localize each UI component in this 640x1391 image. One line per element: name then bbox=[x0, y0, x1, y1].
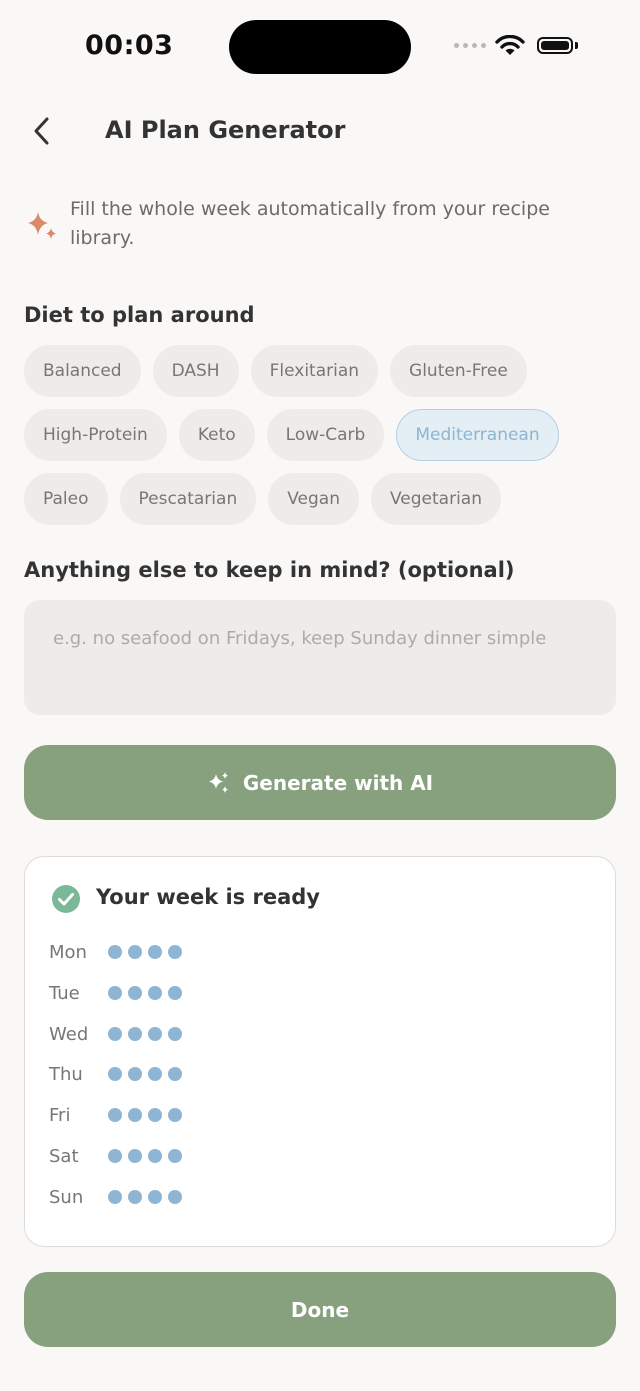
meal-dot bbox=[168, 945, 182, 959]
day-row: Fri bbox=[49, 1100, 182, 1130]
diet-chip-row: Paleo Pescatarian Vegan Vegetarian bbox=[24, 473, 501, 525]
meal-dot bbox=[128, 1190, 142, 1204]
diet-chip-pescatarian[interactable]: Pescatarian bbox=[119, 473, 257, 525]
diet-chip-low-carb[interactable]: Low-Carb bbox=[266, 409, 385, 461]
meal-dot bbox=[148, 986, 162, 1000]
meal-dots bbox=[108, 1149, 182, 1163]
intro-text: Fill the whole week automatically from y… bbox=[70, 198, 550, 249]
meal-dots bbox=[108, 1027, 182, 1041]
meal-dots bbox=[108, 945, 182, 959]
day-label: Thu bbox=[49, 1063, 83, 1085]
meal-dot bbox=[168, 1149, 182, 1163]
chevron-left-icon[interactable] bbox=[28, 115, 58, 147]
meal-dot bbox=[128, 945, 142, 959]
day-row: Sun bbox=[49, 1182, 182, 1212]
diet-chip-mediterranean[interactable]: Mediterranean bbox=[396, 409, 559, 461]
meal-dot bbox=[108, 1067, 122, 1081]
meal-dot bbox=[168, 1190, 182, 1204]
meal-dot bbox=[148, 1027, 162, 1041]
meal-dot bbox=[108, 1190, 122, 1204]
status-time: 00:03 bbox=[85, 30, 174, 61]
meal-dot bbox=[128, 1108, 142, 1122]
meal-dot bbox=[168, 1108, 182, 1122]
meal-dot bbox=[168, 986, 182, 1000]
meal-dot bbox=[128, 986, 142, 1000]
meal-dot bbox=[128, 1067, 142, 1081]
diet-chip-dash[interactable]: DASH bbox=[152, 345, 239, 397]
diet-chip-row: High-Protein Keto Low-Carb Mediterranean bbox=[24, 409, 559, 461]
done-button[interactable]: Done bbox=[24, 1272, 616, 1347]
meal-dot bbox=[148, 1190, 162, 1204]
day-label: Sat bbox=[49, 1145, 79, 1167]
week-ready-card: Your week is ready Mon Tue Wed Thu Fri S… bbox=[24, 856, 616, 1247]
dynamic-island bbox=[229, 20, 411, 74]
meal-dot bbox=[148, 945, 162, 959]
meal-dot bbox=[148, 1149, 162, 1163]
meal-dots bbox=[108, 1067, 182, 1081]
meal-dot bbox=[108, 1027, 122, 1041]
status-bar: 00:03 bbox=[0, 0, 640, 95]
meal-dots bbox=[108, 1108, 182, 1122]
diet-chip-paleo[interactable]: Paleo bbox=[24, 473, 108, 525]
day-row: Sat bbox=[49, 1141, 182, 1171]
battery-tip bbox=[575, 42, 578, 49]
notes-label: Anything else to keep in mind? (optional… bbox=[24, 558, 515, 582]
meal-dot bbox=[148, 1067, 162, 1081]
diet-chip-flexitarian[interactable]: Flexitarian bbox=[250, 345, 379, 397]
day-row: Wed bbox=[49, 1019, 182, 1049]
day-row: Thu bbox=[49, 1059, 182, 1089]
meal-dots bbox=[108, 986, 182, 1000]
day-label: Mon bbox=[49, 941, 87, 963]
generate-with-ai-button[interactable]: Generate with AI bbox=[24, 745, 616, 820]
meal-dot bbox=[128, 1027, 142, 1041]
day-label: Wed bbox=[49, 1023, 89, 1045]
wifi-icon bbox=[495, 35, 525, 55]
sparkles-icon bbox=[208, 771, 228, 793]
diet-chip-vegan[interactable]: Vegan bbox=[268, 473, 359, 525]
result-title: Your week is ready bbox=[96, 885, 320, 909]
battery-icon bbox=[537, 37, 573, 54]
check-circle-icon bbox=[52, 885, 80, 913]
meal-dot bbox=[168, 1067, 182, 1081]
day-row: Mon bbox=[49, 937, 182, 967]
diet-chip-gluten-free[interactable]: Gluten-Free bbox=[390, 345, 527, 397]
diet-chip-high-protein[interactable]: High-Protein bbox=[24, 409, 167, 461]
meal-dot bbox=[108, 1149, 122, 1163]
diet-chip-row: Balanced DASH Flexitarian Gluten-Free bbox=[24, 345, 527, 397]
page-title: AI Plan Generator bbox=[105, 116, 346, 144]
diet-chip-balanced[interactable]: Balanced bbox=[24, 345, 141, 397]
notes-input[interactable]: e.g. no seafood on Fridays, keep Sunday … bbox=[24, 600, 616, 715]
meal-dot bbox=[168, 1027, 182, 1041]
meal-dot bbox=[108, 986, 122, 1000]
meal-dot bbox=[148, 1108, 162, 1122]
generate-button-label: Generate with AI bbox=[242, 770, 434, 795]
meal-dot bbox=[128, 1149, 142, 1163]
day-label: Fri bbox=[49, 1104, 71, 1126]
cellular-signal-icon bbox=[454, 43, 486, 48]
meal-dot bbox=[108, 945, 122, 959]
diet-chip-vegetarian[interactable]: Vegetarian bbox=[370, 473, 501, 525]
day-row: Tue bbox=[49, 978, 182, 1008]
sparkle-icon bbox=[28, 212, 56, 239]
meal-dot bbox=[108, 1108, 122, 1122]
diet-label: Diet to plan around bbox=[24, 303, 255, 327]
day-label: Tue bbox=[49, 982, 80, 1004]
header: AI Plan Generator bbox=[0, 105, 640, 157]
day-label: Sun bbox=[49, 1186, 84, 1208]
diet-chip-keto[interactable]: Keto bbox=[178, 409, 255, 461]
meal-dots bbox=[108, 1190, 182, 1204]
